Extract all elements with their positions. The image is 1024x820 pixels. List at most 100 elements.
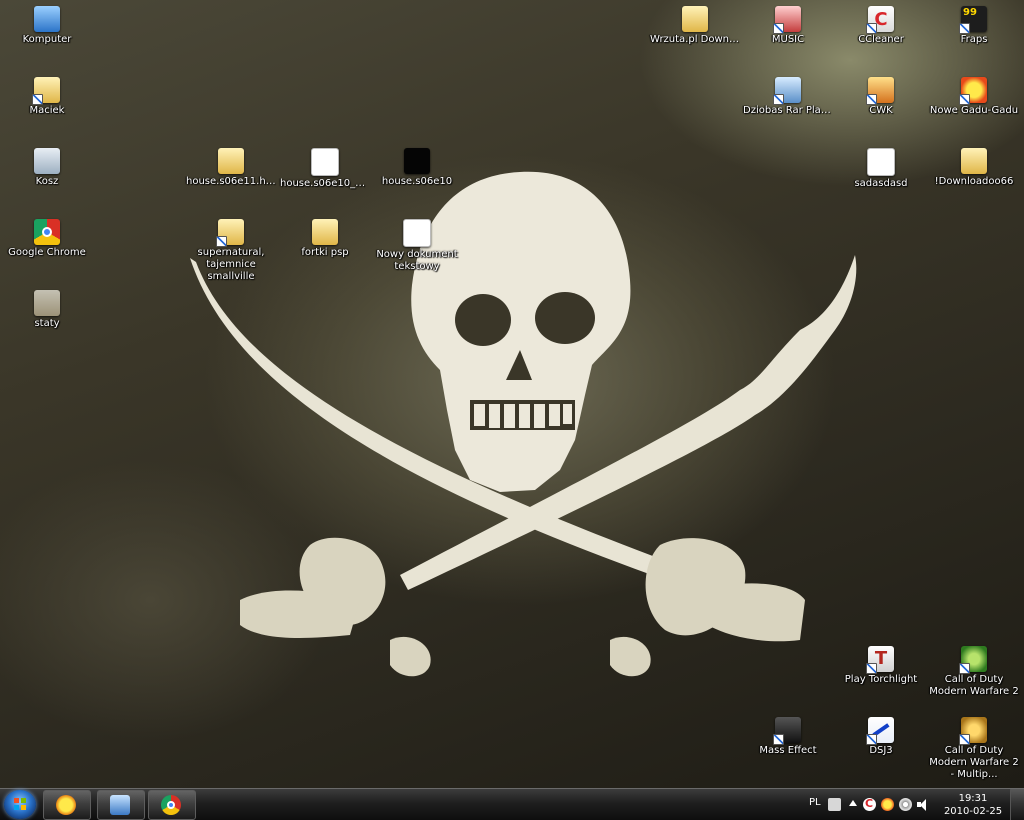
right-sabre-pommel bbox=[610, 636, 651, 677]
desktop-icon-dsj3[interactable]: DSJ3 bbox=[834, 711, 928, 771]
torchlight-icon bbox=[866, 646, 894, 674]
desktop-icon-house-s06e11[interactable]: house.s06e11.hdtv... bbox=[184, 142, 278, 202]
taskbar-item-remote-desktop[interactable] bbox=[97, 790, 145, 820]
desktop-icon-label: Play Torchlight bbox=[844, 674, 918, 685]
desktop-icon-label: Komputer bbox=[22, 34, 72, 45]
gadu-gadu-icon bbox=[959, 77, 987, 105]
desktop-icon-fortki-psp[interactable]: fortki psp bbox=[278, 213, 372, 273]
desktop-icon-ccleaner[interactable]: CCleaner bbox=[834, 0, 928, 60]
desktop-icon-label: supernatural, tajemnice smallville bbox=[197, 247, 265, 282]
desktop-icon-label: fortki psp bbox=[301, 247, 349, 258]
desktop-icon-dziobas-rar-player[interactable]: Dziobas Rar Player bbox=[741, 71, 835, 131]
chrome-icon bbox=[161, 795, 181, 815]
desktop-icon-label: Dziobas Rar Player bbox=[743, 105, 835, 116]
desktop-icon-label: Nowe Gadu-Gadu bbox=[929, 105, 1019, 116]
desktop: Komputer Maciek Kosz Google Chrome staty… bbox=[0, 0, 1024, 788]
desktop-icon-label: CCleaner bbox=[858, 34, 904, 45]
desktop-icon-label: CWK bbox=[869, 105, 893, 116]
desktop-icon-sadasdasd[interactable]: sadasdasd bbox=[834, 142, 928, 202]
fraps-icon bbox=[959, 6, 987, 34]
dsj3-icon bbox=[866, 717, 894, 745]
desktop-icon-label: house.s06e10 bbox=[381, 176, 453, 187]
desktop-icon-kosz[interactable]: Kosz bbox=[0, 142, 94, 202]
desktop-icon-label: Call of Duty Modern Warfare 2 bbox=[929, 674, 1019, 697]
taskbar-item-chrome[interactable] bbox=[148, 790, 196, 820]
call-of-duty-multiplayer-icon bbox=[959, 717, 987, 745]
folder-icon bbox=[312, 219, 338, 245]
desktop-icon-label: !Downloadoo66 bbox=[934, 176, 1014, 187]
ccleaner-icon[interactable] bbox=[863, 797, 876, 811]
desktop-icon-google-chrome[interactable]: Google Chrome bbox=[0, 213, 94, 273]
call-of-duty-icon bbox=[959, 646, 987, 674]
folder-icon bbox=[34, 290, 60, 316]
desktop-icon-downloadoo66[interactable]: !Downloadoo66 bbox=[927, 142, 1021, 202]
desktop-icon-wrzuta-download[interactable]: Wrzuta.pl Download bbox=[648, 0, 742, 60]
gadu-gadu-icon bbox=[56, 795, 76, 815]
desktop-icon-music[interactable]: MUSIC bbox=[741, 0, 835, 60]
language-indicator[interactable]: PL bbox=[809, 797, 821, 808]
clock-date: 2010-02-25 bbox=[943, 806, 1003, 817]
left-sabre-handle bbox=[240, 590, 360, 638]
start-button[interactable] bbox=[4, 790, 36, 819]
desktop-icon-label: Nowy dokument tekstowy bbox=[376, 249, 458, 272]
keyboard-icon[interactable] bbox=[828, 798, 841, 811]
folder-icon bbox=[961, 148, 987, 174]
cwk-icon bbox=[866, 77, 894, 105]
taskbar: PL 19:31 2010-02-25 bbox=[0, 788, 1024, 820]
desktop-icon-cwk[interactable]: CWK bbox=[834, 71, 928, 131]
desktop-icon-label: house.s06e10_allpl... bbox=[280, 178, 372, 189]
ccleaner-icon bbox=[866, 6, 894, 34]
volume-icon[interactable] bbox=[917, 798, 930, 811]
left-sabre-pommel bbox=[390, 636, 431, 677]
desktop-icon-komputer[interactable]: Komputer bbox=[0, 0, 94, 60]
desktop-icon-nowe-gadu-gadu[interactable]: Nowe Gadu-Gadu bbox=[927, 71, 1021, 131]
chrome-icon bbox=[34, 219, 60, 245]
show-hidden-icons-icon[interactable] bbox=[849, 800, 857, 806]
skull-right-eye bbox=[535, 292, 595, 344]
video-file-icon bbox=[404, 148, 430, 174]
remote-desktop-icon bbox=[110, 795, 130, 815]
windows-logo-icon bbox=[14, 798, 26, 810]
desktop-icon-label: Maciek bbox=[29, 105, 65, 116]
desktop-icon-label: Fraps bbox=[960, 34, 988, 45]
desktop-icon-label: staty bbox=[34, 318, 60, 329]
desktop-icon-supernatural[interactable]: supernatural, tajemnice smallville bbox=[184, 213, 278, 282]
steam-icon[interactable] bbox=[899, 798, 912, 811]
desktop-icon-staty[interactable]: staty bbox=[0, 284, 94, 344]
folder-icon bbox=[682, 6, 708, 32]
desktop-icon-label: Call of Duty Modern Warfare 2 - Multip..… bbox=[929, 745, 1019, 780]
mass-effect-icon bbox=[773, 717, 801, 745]
desktop-icon-cod-mw2-multiplayer[interactable]: Call of Duty Modern Warfare 2 - Multip..… bbox=[927, 711, 1021, 781]
user-folder-icon bbox=[32, 77, 60, 105]
desktop-icon-house-s06e10-allpl[interactable]: house.s06e10_allpl... bbox=[278, 142, 372, 202]
desktop-icon-label: Mass Effect bbox=[759, 745, 817, 756]
desktop-icon-fraps[interactable]: Fraps bbox=[927, 0, 1021, 60]
text-file-icon bbox=[311, 148, 339, 176]
show-desktop-button[interactable] bbox=[1010, 789, 1024, 820]
desktop-icon-maciek[interactable]: Maciek bbox=[0, 71, 94, 131]
skull-left-eye bbox=[455, 294, 511, 346]
desktop-icon-cod-mw2[interactable]: Call of Duty Modern Warfare 2 bbox=[927, 640, 1021, 704]
desktop-icon-mass-effect[interactable]: Mass Effect bbox=[741, 711, 835, 771]
clock[interactable]: 19:31 2010-02-25 bbox=[937, 792, 1009, 818]
folder-shortcut-icon bbox=[216, 219, 244, 247]
desktop-icon-nowy-dokument[interactable]: Nowy dokument tekstowy bbox=[370, 213, 464, 273]
desktop-icon-label: Kosz bbox=[35, 176, 59, 187]
desktop-icon-play-torchlight[interactable]: Play Torchlight bbox=[834, 640, 928, 700]
text-file-icon bbox=[867, 148, 895, 176]
taskbar-item-gadu-gadu[interactable] bbox=[43, 790, 91, 820]
clock-time: 19:31 bbox=[958, 793, 988, 804]
desktop-icon-label: Wrzuta.pl Download bbox=[650, 34, 742, 45]
desktop-icon-label: DSJ3 bbox=[869, 745, 893, 756]
desktop-icon-label: MUSIC bbox=[771, 34, 805, 45]
desktop-icon-label: house.s06e11.hdtv... bbox=[186, 176, 278, 187]
text-file-icon bbox=[403, 219, 431, 247]
desktop-icon-house-s06e10[interactable]: house.s06e10 bbox=[370, 142, 464, 202]
desktop-icon-label: sadasdasd bbox=[854, 178, 908, 189]
music-folder-icon bbox=[773, 6, 801, 34]
folder-icon bbox=[218, 148, 244, 174]
right-sabre-handle bbox=[700, 583, 805, 642]
gadu-gadu-icon[interactable] bbox=[881, 798, 894, 811]
player-icon bbox=[773, 77, 801, 105]
recycle-bin-icon bbox=[34, 148, 60, 174]
